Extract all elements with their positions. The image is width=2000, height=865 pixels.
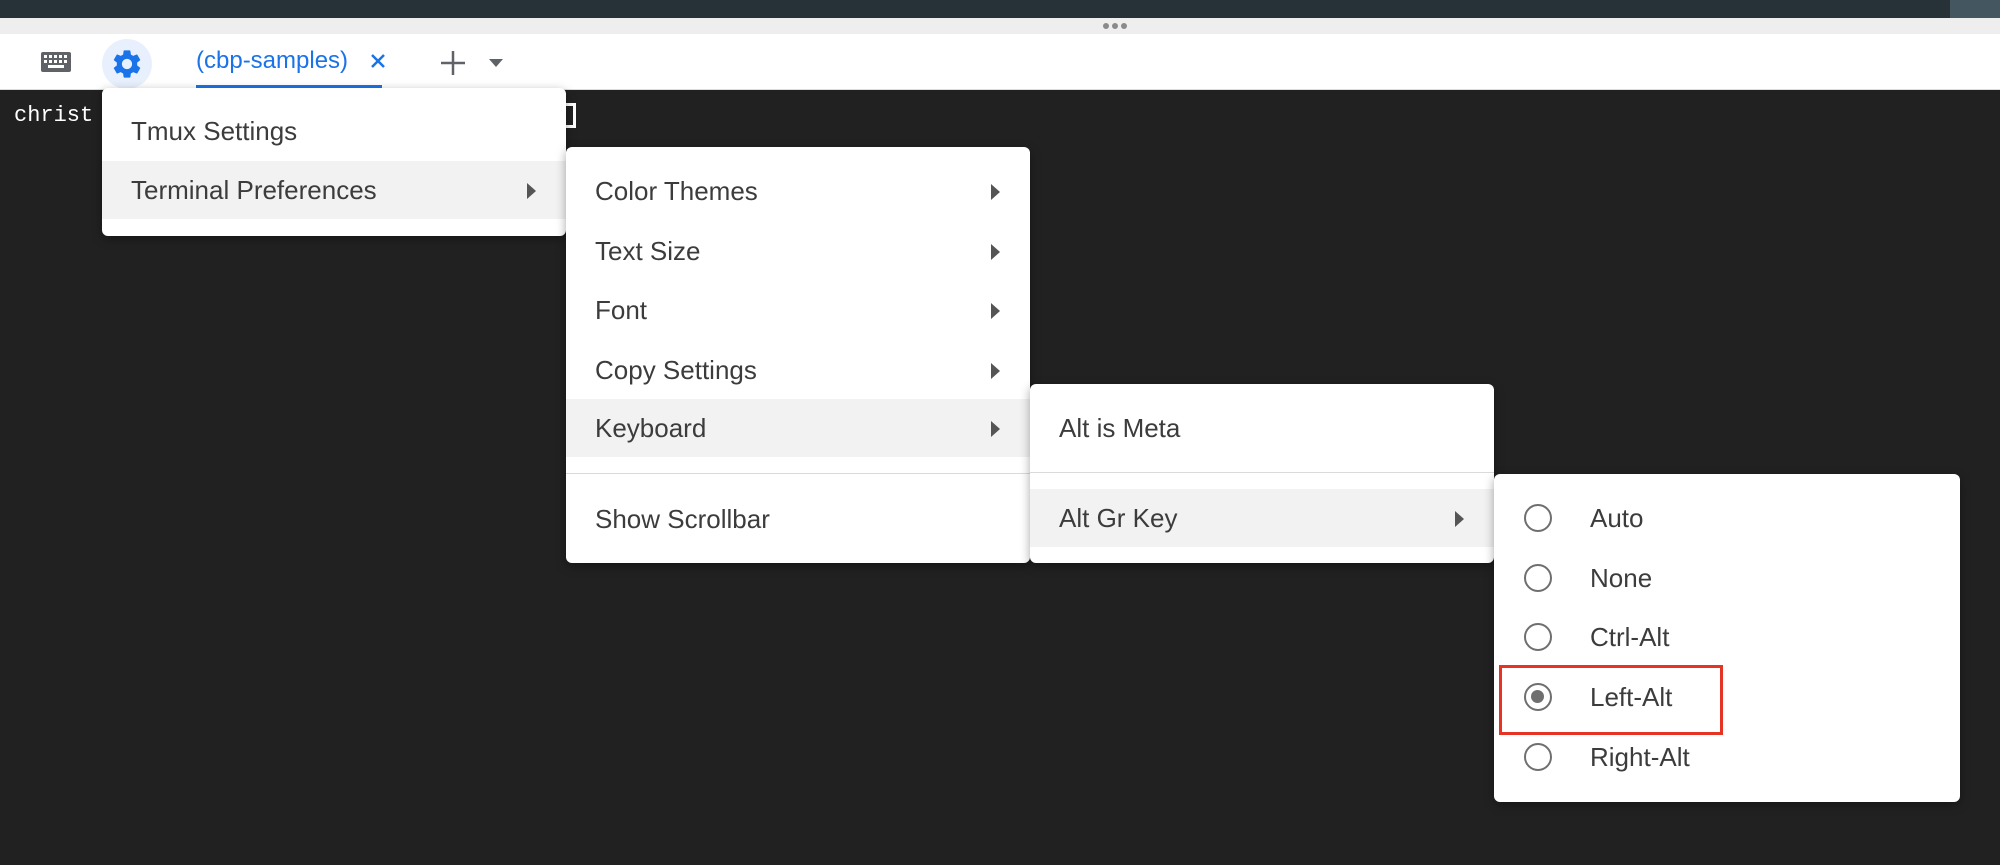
menu-item-terminal-preferences[interactable]: Terminal Preferences xyxy=(102,161,566,219)
terminal-preferences-submenu: Color Themes Text Size Font Copy Settings Ke… xyxy=(566,147,1030,563)
menu-item-label: Right-Alt xyxy=(1590,742,1690,772)
menu-item-font[interactable]: Font xyxy=(566,281,1030,339)
close-icon[interactable] xyxy=(366,49,390,73)
menu-item-label: Auto xyxy=(1590,503,1644,533)
settings-menu: Tmux Settings Terminal Preferences xyxy=(102,88,566,236)
menu-item-label: Alt Gr Key xyxy=(1059,503,1178,533)
menu-item-label: Text Size xyxy=(595,236,701,266)
terminal-output[interactable]: christ xyxy=(14,103,93,128)
menu-item-show-scrollbar[interactable]: Show Scrollbar xyxy=(566,490,1030,548)
tab-label: (cbp-samples) xyxy=(196,47,349,74)
plus-icon[interactable] xyxy=(438,48,468,78)
menu-item-label: None xyxy=(1590,563,1653,593)
radio-button-icon[interactable] xyxy=(1524,623,1552,651)
keyboard-submenu: Alt is Meta Alt Gr Key xyxy=(1030,384,1494,563)
submenu-arrow-icon xyxy=(991,421,1000,437)
radio-option-right-alt[interactable]: Right-Alt xyxy=(1494,728,1960,786)
submenu-arrow-icon xyxy=(991,303,1000,319)
menu-item-tmux-settings[interactable]: Tmux Settings xyxy=(102,102,566,160)
menu-item-label: Terminal Preferences xyxy=(131,175,377,205)
radio-button-icon[interactable] xyxy=(1524,564,1552,592)
tab-bar: (cbp-samples) xyxy=(0,34,2000,90)
window-top-bar xyxy=(0,0,2000,18)
menu-item-alt-gr-key[interactable]: Alt Gr Key xyxy=(1030,489,1494,547)
submenu-arrow-icon xyxy=(991,244,1000,260)
submenu-arrow-icon xyxy=(991,363,1000,379)
window-top-bar-corner xyxy=(1950,0,2000,18)
submenu-arrow-icon xyxy=(527,183,536,199)
radio-option-auto[interactable]: Auto xyxy=(1494,489,1960,547)
radio-option-ctrl-alt[interactable]: Ctrl-Alt xyxy=(1494,608,1960,666)
keyboard-icon[interactable] xyxy=(40,50,72,74)
radio-button-icon[interactable] xyxy=(1524,504,1552,532)
menu-item-label: Tmux Settings xyxy=(131,116,298,146)
caret-down-icon[interactable] xyxy=(488,56,504,68)
menu-item-text-size[interactable]: Text Size xyxy=(566,222,1030,280)
radio-option-none[interactable]: None xyxy=(1494,549,1960,607)
menu-divider xyxy=(1030,472,1494,473)
menu-item-label: Font xyxy=(595,295,648,325)
menu-item-alt-is-meta[interactable]: Alt is Meta xyxy=(1030,399,1494,457)
submenu-arrow-icon xyxy=(1455,511,1464,527)
radio-button-icon[interactable] xyxy=(1524,743,1552,771)
tab-cbp-samples[interactable]: (cbp-samples) xyxy=(196,34,385,88)
submenu-arrow-icon xyxy=(991,184,1000,200)
gear-icon xyxy=(113,50,141,78)
menu-divider xyxy=(566,473,1030,474)
alt-gr-key-submenu: Auto None Ctrl-Alt Left-Alt Right-Alt xyxy=(1494,474,1960,802)
menu-item-color-themes[interactable]: Color Themes xyxy=(566,162,1030,220)
menu-item-keyboard[interactable]: Keyboard xyxy=(566,399,1030,457)
resize-handle-icon[interactable] xyxy=(1100,20,1130,32)
selection-highlight-box xyxy=(1499,665,1723,735)
menu-item-label: Color Themes xyxy=(595,176,758,206)
menu-item-copy-settings[interactable]: Copy Settings xyxy=(566,341,1030,399)
settings-button[interactable] xyxy=(102,39,152,89)
menu-item-label: Alt is Meta xyxy=(1059,413,1181,443)
menu-item-label: Show Scrollbar xyxy=(595,504,770,534)
menu-item-label: Copy Settings xyxy=(595,355,757,385)
menu-item-label: Ctrl-Alt xyxy=(1590,622,1670,652)
menu-item-label: Keyboard xyxy=(595,413,707,443)
resize-strip[interactable] xyxy=(0,18,2000,34)
